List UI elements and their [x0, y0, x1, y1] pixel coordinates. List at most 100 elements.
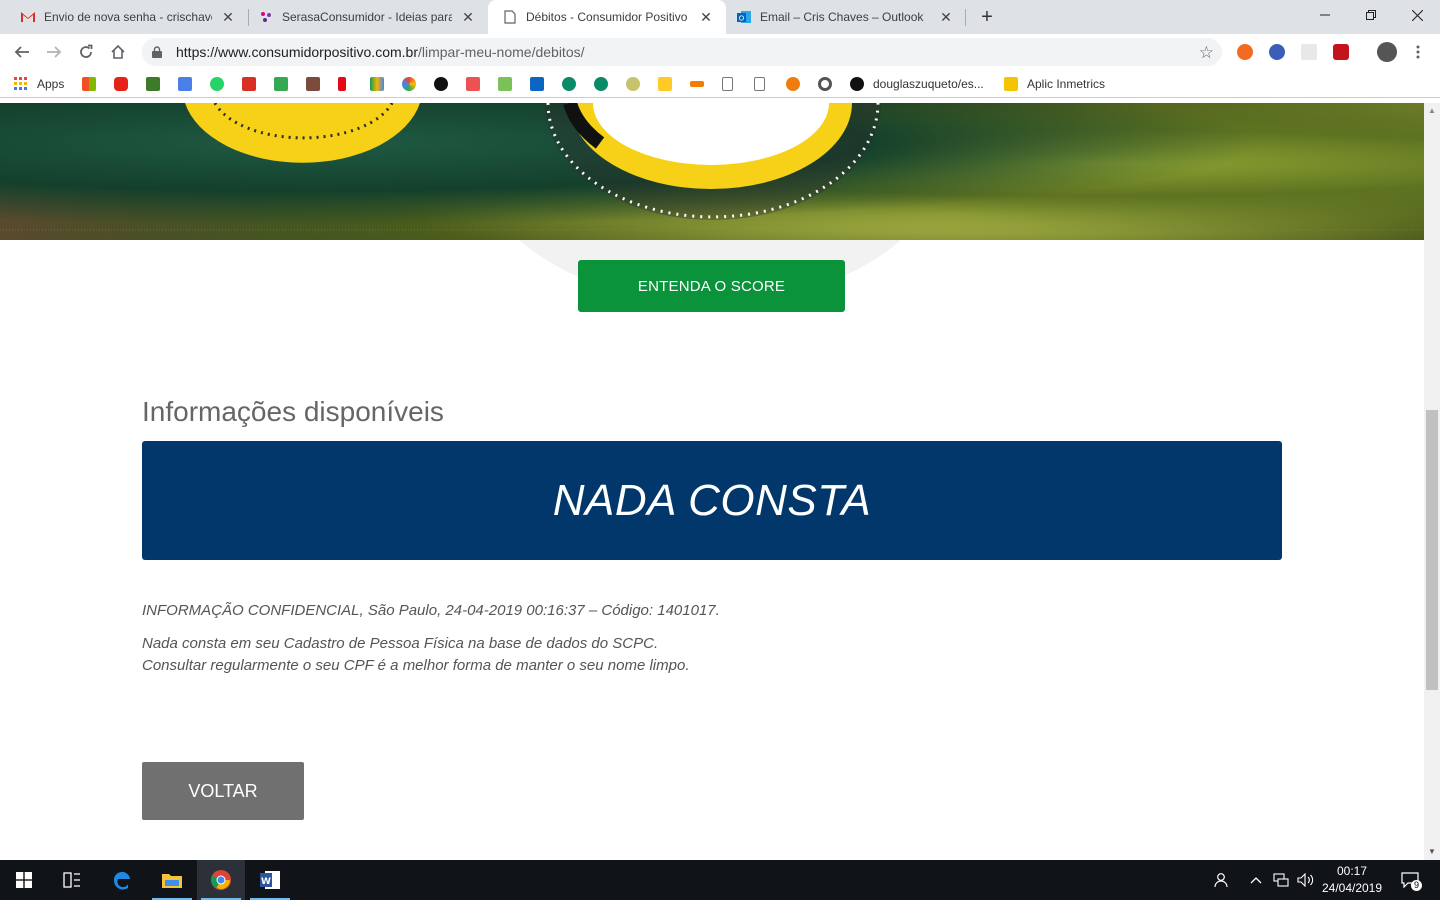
bookmark-netflix[interactable] [338, 76, 346, 92]
restore-button[interactable] [1348, 0, 1394, 30]
minimize-button[interactable] [1302, 0, 1348, 30]
url-host: https://www.consumidorpositivo.com.br [176, 44, 418, 60]
minimize-icon [1320, 14, 1330, 16]
restore-icon [1366, 10, 1376, 20]
reload-button[interactable] [73, 39, 99, 65]
notification-count-badge: 9 [1411, 880, 1422, 891]
extension-red-icon[interactable] [1333, 44, 1349, 60]
bookmark-translate[interactable] [178, 76, 192, 92]
bookmark-github[interactable] [434, 76, 448, 92]
bookmark-swoosh[interactable] [690, 76, 704, 92]
bookmark-gmail[interactable] [242, 76, 256, 92]
page-scrollbar[interactable]: ▲ ▼ [1424, 103, 1440, 860]
bookmark-inmetrics[interactable]: Aplic Inmetrics [1004, 76, 1105, 92]
reload-icon [80, 44, 93, 58]
whatsapp-icon [210, 77, 224, 91]
bookmark-book[interactable] [306, 76, 320, 92]
status-message-line: Nada consta em seu Cadastro de Pessoa Fí… [142, 635, 659, 652]
close-tab-icon[interactable]: ✕ [938, 9, 954, 25]
clock-time: 00:17 [1336, 864, 1368, 878]
back-button[interactable] [9, 39, 35, 65]
scroll-down-arrow-icon[interactable]: ▼ [1424, 844, 1440, 860]
tab-title: SerasaConsumidor - Ideias para f [282, 10, 452, 24]
network-icon[interactable] [1269, 860, 1293, 900]
svg-text:O: O [739, 15, 745, 23]
bookmark-star-icon[interactable]: ☆ [1199, 43, 1214, 63]
profile-avatar[interactable] [1377, 42, 1397, 62]
bookmark-accessibility-2[interactable] [594, 76, 608, 92]
extension-gray-icon[interactable] [1301, 44, 1317, 60]
clock-date: 24/04/2019 [1321, 881, 1383, 895]
forward-arrow-icon [47, 46, 62, 58]
bookmark-cloud[interactable] [626, 76, 640, 92]
bookmark-whatsapp[interactable] [210, 76, 224, 92]
voltar-button[interactable]: VOLTAR [142, 762, 304, 820]
bookmark-drive[interactable] [370, 76, 384, 92]
kebab-menu-icon [1416, 45, 1420, 59]
bookmark-linkedin[interactable] [530, 76, 544, 92]
bookmark-github-repo[interactable]: douglaszuqueto/es... [850, 76, 984, 92]
word-taskbar-button[interactable]: W [246, 860, 294, 900]
bookmark-accessibility-1[interactable] [562, 76, 576, 92]
tab-serasa[interactable]: SerasaConsumidor - Ideias para f ✕ [238, 0, 488, 34]
bookmark-firebase[interactable] [658, 76, 672, 92]
tab-outlook[interactable]: O Email – Cris Chaves – Outlook ✕ [726, 0, 966, 34]
bookmark-label: Aplic Inmetrics [1027, 77, 1106, 91]
menu-button[interactable] [1405, 39, 1431, 65]
bookmark-page-2[interactable] [754, 76, 765, 92]
bookmark-label: douglaszuqueto/es... [873, 77, 984, 91]
close-tab-icon[interactable]: ✕ [220, 9, 236, 25]
scrollbar-thumb[interactable] [1426, 410, 1438, 690]
close-window-button[interactable] [1394, 0, 1440, 30]
file-explorer-taskbar-button[interactable] [148, 860, 196, 900]
extension-orange-icon[interactable] [1237, 44, 1253, 60]
tab-title: Envio de nova senha - crischaves [44, 10, 212, 24]
result-banner: NADA CONSTA [142, 441, 1282, 560]
bookmark-photos[interactable] [402, 76, 416, 92]
entenda-score-button[interactable]: ENTENDA O SCORE [578, 260, 845, 312]
extension-blue-icon[interactable] [1269, 44, 1285, 60]
new-tab-button[interactable]: + [976, 6, 998, 28]
page-viewport: ENTENDA O SCORE Informações disponíveis … [0, 103, 1424, 860]
volume-icon[interactable] [1294, 860, 1318, 900]
close-tab-icon[interactable]: ✕ [698, 9, 714, 25]
bookmark-microsoft[interactable] [82, 76, 96, 92]
score-gauge-graphic [0, 103, 1424, 231]
scroll-up-arrow-icon[interactable]: ▲ [1424, 103, 1440, 119]
system-clock[interactable]: 00:17 24/04/2019 [1316, 863, 1388, 897]
close-tab-icon[interactable]: ✕ [460, 9, 476, 25]
tab-debitos[interactable]: Débitos - Consumidor Positivo B ✕ [488, 0, 726, 34]
svg-text:W: W [261, 877, 271, 887]
bookmark-android[interactable] [498, 76, 512, 92]
photos-icon [402, 77, 416, 91]
bookmark-gear[interactable] [786, 76, 800, 92]
apps-grid-icon [14, 77, 27, 90]
forward-button[interactable] [41, 39, 67, 65]
tab-gmail[interactable]: Envio de nova senha - crischaves ✕ [0, 0, 248, 34]
page-icon [502, 9, 518, 25]
bookmark-youtube[interactable] [114, 76, 128, 92]
bookmark-maps[interactable] [274, 76, 288, 92]
bookmark-apps[interactable]: Apps [14, 76, 64, 92]
bookmark-target[interactable] [818, 76, 832, 92]
swoosh-icon [690, 81, 704, 87]
bookmark-page-1[interactable] [722, 76, 733, 92]
bookmark-gecko[interactable] [146, 76, 160, 92]
chrome-taskbar-button[interactable] [197, 860, 245, 900]
inmetrics-icon [1004, 77, 1018, 91]
bookmark-udemy[interactable] [466, 76, 480, 92]
start-button[interactable] [0, 860, 48, 900]
home-button[interactable] [105, 39, 131, 65]
cloud-icon [626, 77, 640, 91]
task-view-button[interactable] [48, 860, 96, 900]
address-bar[interactable]: https://www.consumidorpositivo.com.br/li… [142, 38, 1222, 66]
microsoft-icon [82, 77, 96, 91]
action-center-button[interactable]: 9 [1396, 860, 1424, 900]
edge-taskbar-button[interactable] [98, 860, 146, 900]
people-icon[interactable] [1208, 860, 1234, 900]
target-icon [818, 77, 832, 91]
start-icon [16, 872, 32, 888]
gmail-icon [20, 9, 36, 25]
outlook-icon: O [736, 9, 752, 25]
chevron-up-icon[interactable] [1245, 860, 1267, 900]
